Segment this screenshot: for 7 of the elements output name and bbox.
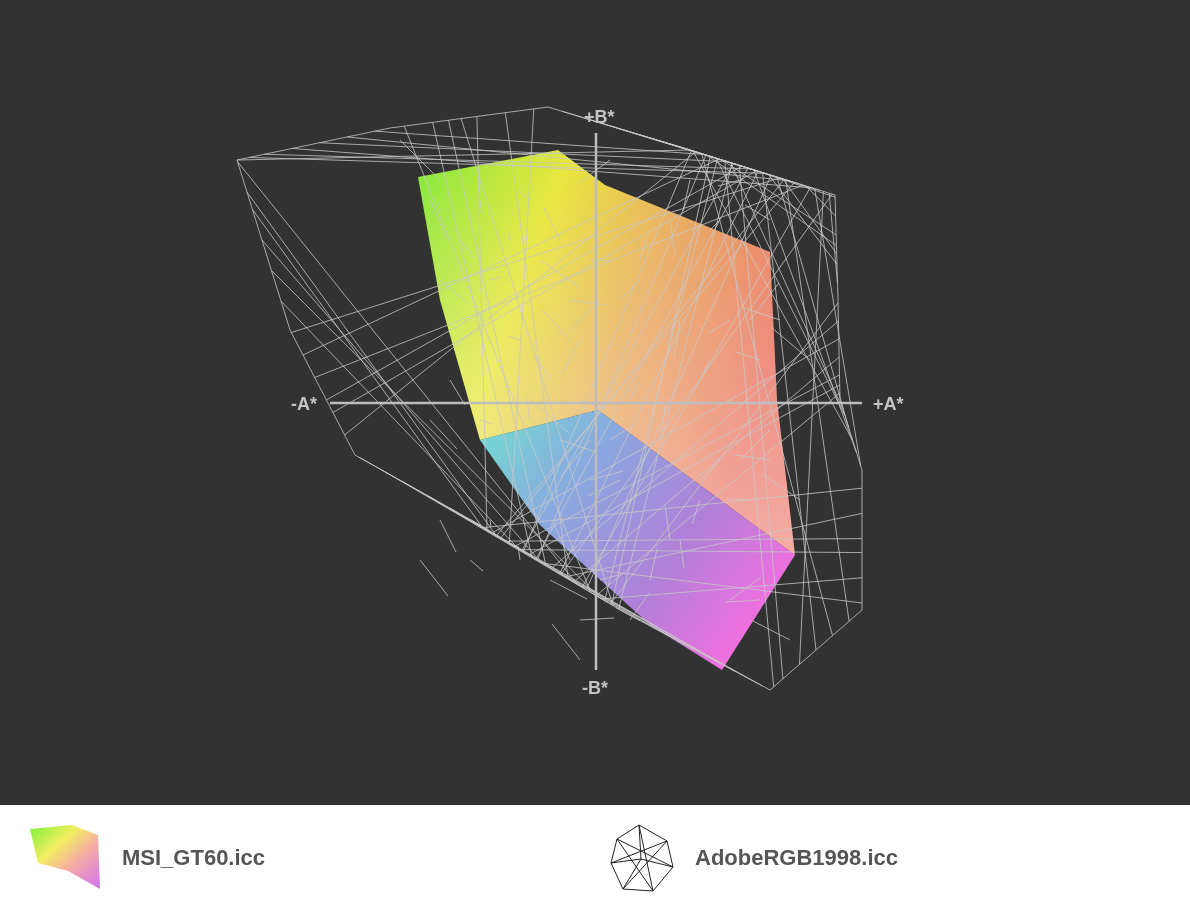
axis-label: -B*	[582, 678, 608, 698]
legend-label: AdobeRGB1998.icc	[695, 844, 898, 872]
gamut-wireframe-icon	[609, 822, 675, 893]
axis-label: +A*	[873, 394, 904, 414]
axis-label: -A*	[291, 394, 317, 414]
axis-label: +B*	[584, 107, 615, 127]
legend-label: MSI_GT60.icc	[122, 844, 266, 872]
